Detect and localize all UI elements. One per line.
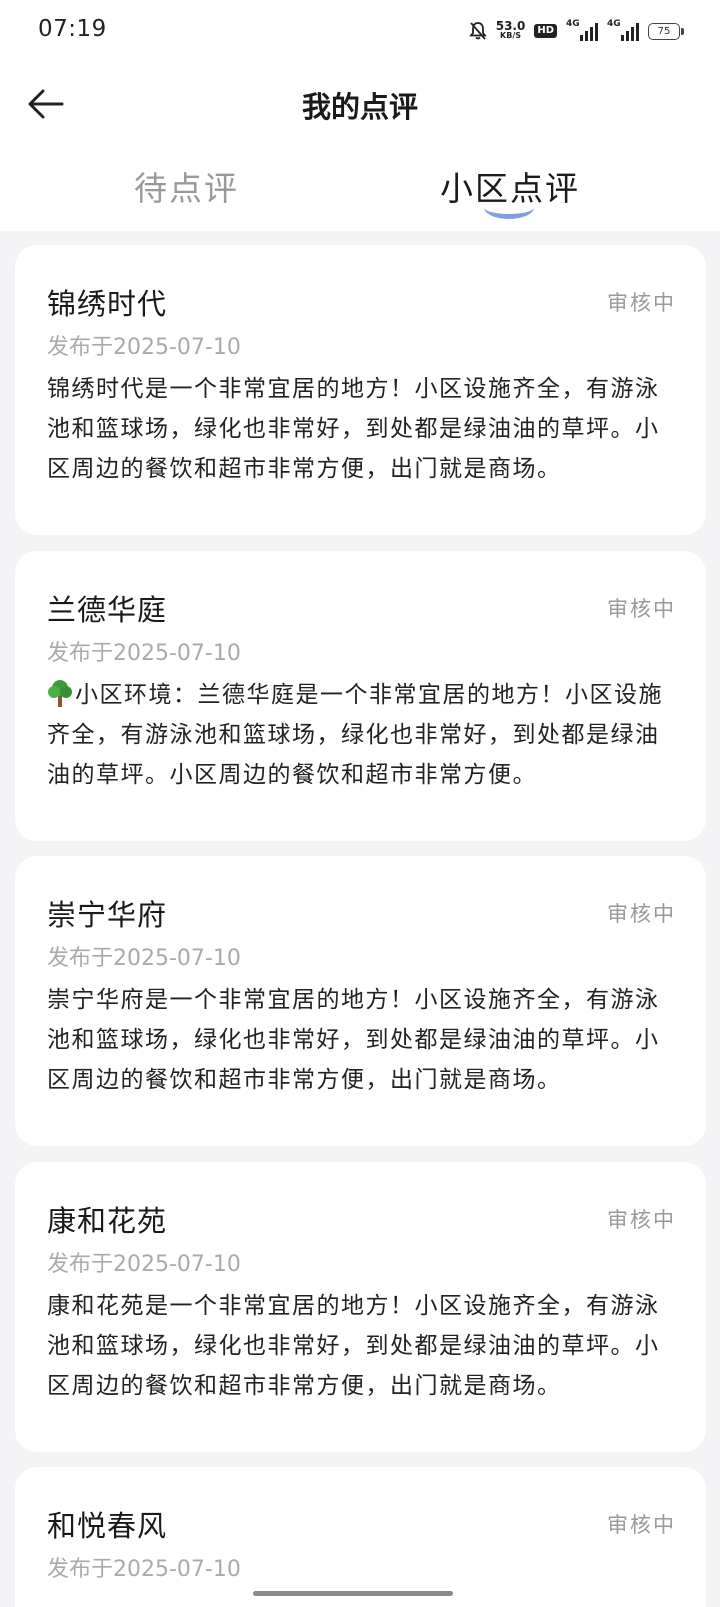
- review-text: 崇宁华府是一个非常宜居的地方！小区设施齐全，有游泳池和篮球场，绿化也非常好，到处…: [47, 987, 660, 1093]
- publish-date: 发布于2025-07-10: [47, 641, 241, 666]
- network-speed-unit: KB/S: [500, 31, 522, 40]
- signal-2-label: 4G: [607, 19, 621, 29]
- review-status: 审核中: [607, 902, 676, 926]
- page-title: 我的点评: [301, 90, 418, 124]
- publish-date: 发布于2025-07-10: [47, 335, 241, 360]
- review-text: 锦绣时代是一个非常宜居的地方！小区设施齐全，有游泳池和篮球场，绿化也非常好，到处…: [47, 376, 660, 482]
- review-status: 审核中: [607, 291, 676, 315]
- review-text: 小区环境：兰德华庭是一个非常宜居的地方！小区设施齐全，有游泳池和篮球场，绿化也非…: [47, 675, 675, 795]
- community-name: 崇宁华府: [47, 898, 168, 932]
- hd-badge: HD: [534, 24, 557, 38]
- status-icons: 53.0 KB/S HD 4G 4G 75: [468, 18, 684, 44]
- review-card[interactable]: 康和花苑 审核中 发布于2025-07-10 康和花苑是一个非常宜居的地方！小区…: [15, 1162, 706, 1452]
- signal-icon-1: 4G: [566, 19, 598, 41]
- battery-icon: 75: [648, 22, 684, 40]
- publish-date: 发布于2025-07-10: [47, 946, 241, 971]
- review-status: 审核中: [607, 1513, 676, 1537]
- status-time: 07:19: [38, 16, 107, 42]
- bell-muted-icon: [468, 22, 487, 40]
- signal-1-label: 4G: [566, 19, 580, 29]
- review-card[interactable]: 兰德华庭 审核中 发布于2025-07-10 小区环境：兰德华庭是一个非常宜居的…: [15, 551, 706, 841]
- review-card[interactable]: 和悦春风 审核中 发布于2025-07-10: [15, 1467, 706, 1607]
- review-status: 审核中: [607, 597, 676, 621]
- community-name: 康和花苑: [47, 1204, 168, 1238]
- review-status: 审核中: [607, 1208, 676, 1232]
- review-card[interactable]: 锦绣时代 审核中 发布于2025-07-10 锦绣时代是一个非常宜居的地方！小区…: [15, 245, 706, 535]
- community-name: 和悦春风: [47, 1509, 168, 1543]
- tree-icon: [48, 680, 72, 707]
- status-bar: 07:19 53.0 KB/S HD 4G 4G 75: [0, 0, 720, 62]
- tab-pending-review[interactable]: 待点评: [134, 162, 239, 210]
- network-speed-value: 53.0: [495, 19, 526, 33]
- review-card[interactable]: 崇宁华府 审核中 发布于2025-07-10 崇宁华府是一个非常宜居的地方！小区…: [15, 856, 706, 1146]
- review-text: 康和花苑是一个非常宜居的地方！小区设施齐全，有游泳池和篮球场，绿化也非常好，到处…: [47, 1293, 660, 1399]
- home-indicator[interactable]: [253, 1591, 453, 1596]
- community-name: 锦绣时代: [47, 287, 168, 321]
- community-name: 兰德华庭: [47, 593, 168, 627]
- publish-date: 发布于2025-07-10: [47, 1252, 241, 1277]
- network-speed: 53.0 KB/S: [495, 19, 526, 41]
- active-tab-indicator: [484, 196, 534, 219]
- signal-icon-2: 4G: [607, 19, 639, 41]
- review-text-content: 小区环境：兰德华庭是一个非常宜居的地方！小区设施齐全，有游泳池和篮球场，绿化也非…: [47, 682, 663, 788]
- publish-date: 发布于2025-07-10: [47, 1557, 241, 1582]
